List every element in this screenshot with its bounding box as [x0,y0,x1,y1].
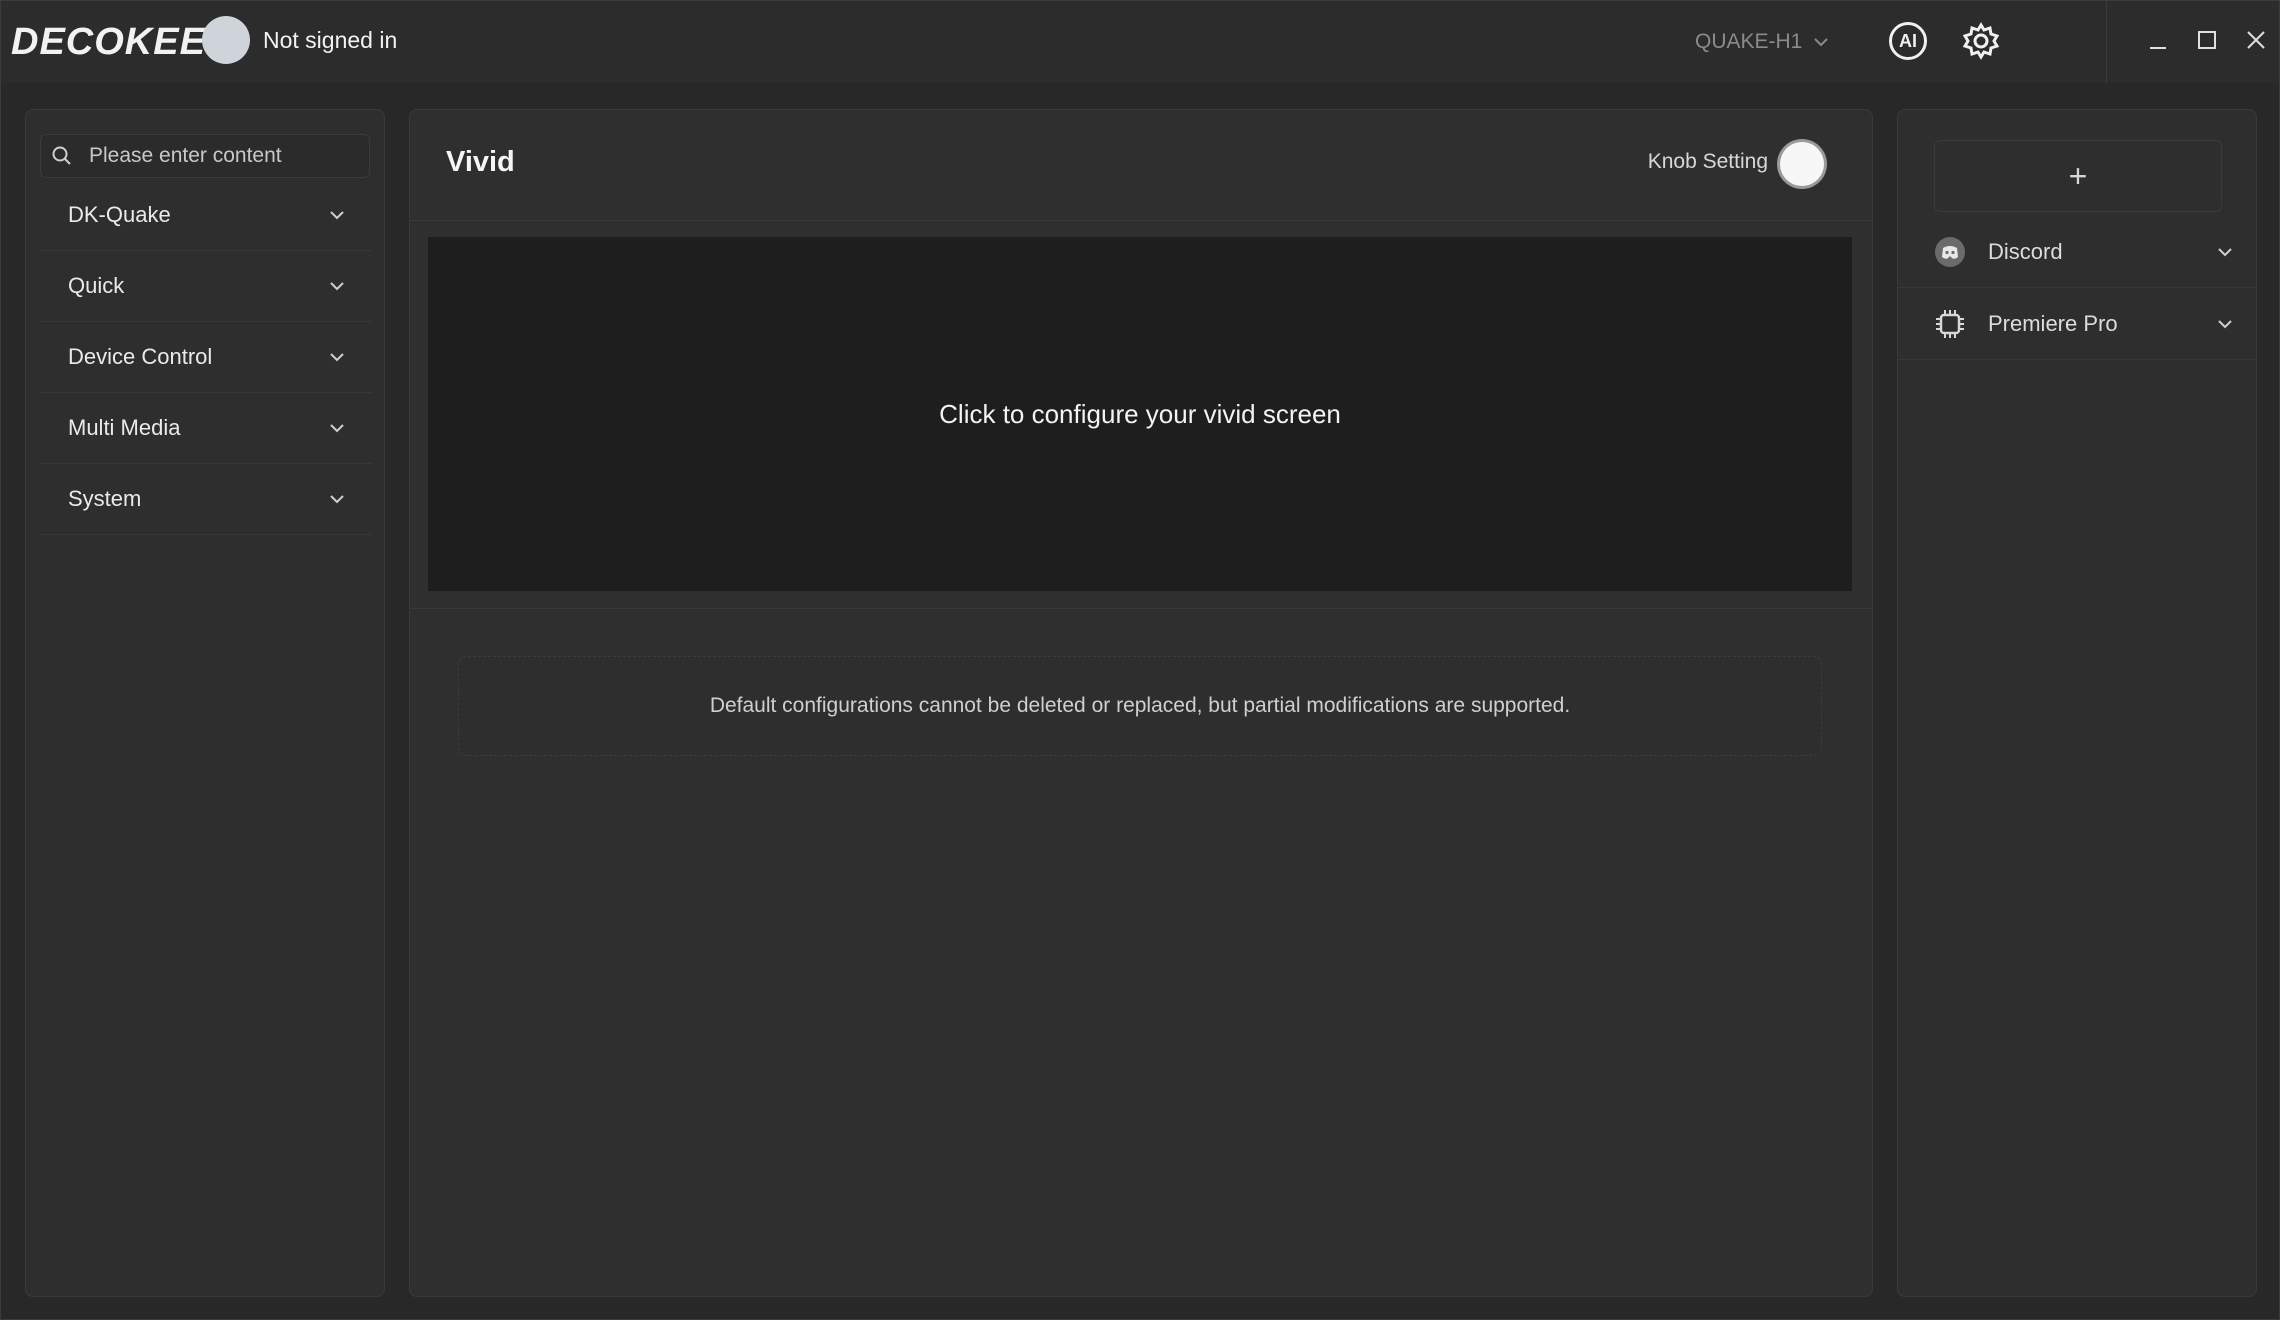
vivid-panel: Vivid Knob Setting Click to configure yo… [409,109,1873,1297]
device-select[interactable]: QUAKE-H1 [1695,27,1830,57]
chevron-down-icon [1814,38,1829,47]
vivid-screen[interactable]: Click to configure your vivid screen [428,237,1852,591]
category-multi-media[interactable]: Multi Media [40,393,372,464]
action-library-panel: DK-Quake Quick Device Control Multi Medi… [25,109,385,1297]
category-label: Device Control [68,344,213,369]
plus-icon: + [2068,157,2088,194]
search-icon [52,146,71,165]
search-input[interactable] [87,143,351,169]
chevron-down-icon [2218,319,2232,328]
category-system[interactable]: System [40,464,372,535]
default-config-notice: Default configurations cannot be deleted… [458,656,1822,756]
category-label: System [68,486,142,511]
chevron-down-icon [330,495,344,504]
chevron-down-icon [2218,247,2232,256]
category-quick[interactable]: Quick [40,251,372,322]
vivid-screen-prompt: Click to configure your vivid screen [939,398,1341,429]
maximize-icon[interactable] [2195,28,2219,52]
chevron-down-icon [330,353,344,362]
category-dk-quake[interactable]: DK-Quake [40,180,372,251]
chevron-down-icon [330,424,344,433]
category-label: DK-Quake [68,202,171,227]
vivid-header: Vivid Knob Setting [410,110,1872,221]
category-device-control[interactable]: Device Control [40,322,372,393]
knob-setting-label: Knob Setting [1647,150,1768,173]
category-list: DK-Quake Quick Device Control Multi Medi… [40,180,372,535]
minimize-icon[interactable] [2146,28,2170,52]
chevron-down-icon [330,211,344,220]
chevron-down-icon [330,282,344,291]
app-logo: DECOKEE [11,21,206,63]
sign-in-status[interactable]: Not signed in [263,24,397,56]
window-controls-divider [2106,1,2107,83]
app-label: Discord [1988,238,2063,264]
notice-text: Default configurations cannot be deleted… [709,694,1571,717]
page-title: Vivid [446,146,515,178]
app-label: Premiere Pro [1988,310,2118,336]
ai-button[interactable]: AI [1889,22,1927,60]
avatar[interactable] [202,16,250,64]
knob-setting-toggle[interactable] [1780,142,1824,186]
app-item-premiere-pro[interactable]: Premiere Pro [1898,288,2256,360]
search-box[interactable] [40,134,370,178]
ai-label: AI [1899,30,1917,51]
chip-icon [1936,309,1964,338]
category-label: Quick [68,273,125,298]
app-item-discord[interactable]: Discord [1898,216,2256,288]
category-label: Multi Media [68,415,181,440]
app-profile-list: Discord Premiere Pro [1898,216,2256,360]
discord-icon [1935,236,1965,267]
close-icon[interactable] [2244,28,2268,52]
profile-panel: + Discord Premiere Pro [1897,109,2257,1297]
title-bar: DECOKEE Not signed in QUAKE-H1 AI [1,1,2279,83]
add-profile-button[interactable]: + [1934,140,2222,212]
app-window: DECOKEE Not signed in QUAKE-H1 AI Please… [0,0,2280,1320]
gear-icon[interactable] [1962,22,2000,60]
device-name: QUAKE-H1 [1695,30,1803,53]
